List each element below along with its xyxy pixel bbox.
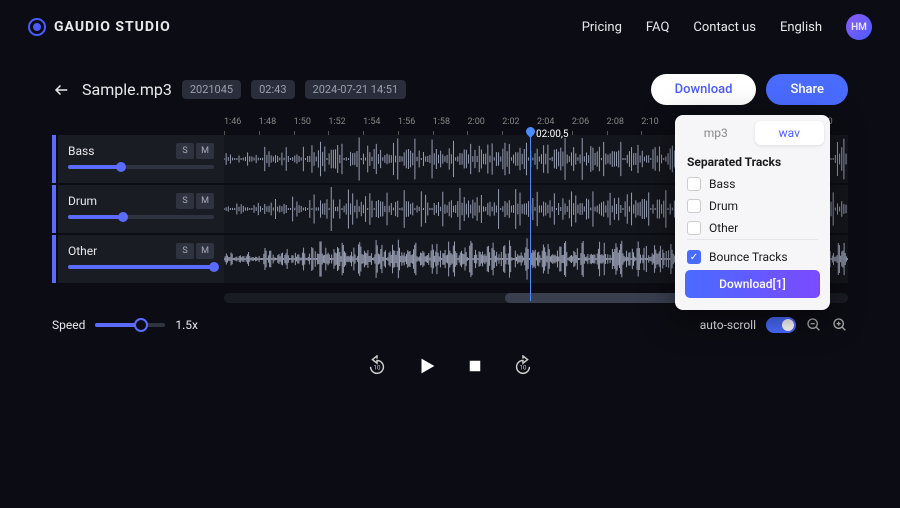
autoscroll-label: auto-scroll xyxy=(700,318,756,332)
nav-contact[interactable]: Contact us xyxy=(693,20,756,35)
back-arrow-icon[interactable] xyxy=(52,80,72,100)
volume-slider[interactable] xyxy=(68,165,214,169)
ruler-tick: 2:00 xyxy=(467,117,500,127)
svg-text:10: 10 xyxy=(519,364,527,372)
format-tab-wav[interactable]: wav xyxy=(755,121,825,145)
nav-language[interactable]: English xyxy=(780,20,822,35)
top-nav: Pricing FAQ Contact us English HM xyxy=(582,14,872,40)
track-header: Drum S M xyxy=(58,185,224,233)
ruler-tick: 1:56 xyxy=(398,117,431,127)
ruler-tick: 2:02 xyxy=(502,117,535,127)
ruler-tick: 1:58 xyxy=(433,117,466,127)
volume-slider[interactable] xyxy=(68,265,214,269)
ruler-tick: 1:54 xyxy=(363,117,396,127)
popover-heading: Separated Tracks xyxy=(687,155,818,169)
separated-track-item[interactable]: Other xyxy=(687,221,818,235)
track-checkbox[interactable] xyxy=(687,221,701,235)
stop-icon[interactable] xyxy=(466,357,484,375)
autoscroll-toggle[interactable] xyxy=(766,317,796,333)
track-option-label: Drum xyxy=(709,199,738,213)
mute-button[interactable]: M xyxy=(196,243,214,259)
file-duration-chip: 02:43 xyxy=(251,80,294,99)
svg-text:10: 10 xyxy=(373,364,381,372)
track-name: Other xyxy=(68,244,97,258)
format-tab-mp3[interactable]: mp3 xyxy=(681,121,751,145)
ruler-tick: 2:06 xyxy=(572,117,605,127)
track-option-label: Bass xyxy=(709,177,735,191)
mute-button[interactable]: M xyxy=(196,193,214,209)
ruler-tick: 2:04 xyxy=(537,117,570,127)
popover-download-button[interactable]: Download[1] xyxy=(685,270,820,298)
track-option-label: Other xyxy=(709,221,738,235)
ruler-tick: 1:48 xyxy=(259,117,292,127)
ruler-tick: 1:52 xyxy=(328,117,361,127)
separated-track-item[interactable]: Bass xyxy=(687,177,818,191)
ruler-tick: 2:08 xyxy=(607,117,640,127)
mute-button[interactable]: M xyxy=(196,143,214,159)
download-popover: mp3 wav Separated Tracks Bass Drum Other B… xyxy=(675,115,830,310)
forward-10-icon[interactable]: 10 xyxy=(512,355,534,377)
track-checkbox[interactable] xyxy=(687,177,701,191)
track-header: Other S M xyxy=(58,235,224,283)
volume-slider[interactable] xyxy=(68,215,214,219)
separated-track-item[interactable]: Drum xyxy=(687,199,818,213)
play-icon[interactable] xyxy=(416,355,438,377)
logo[interactable]: GAUDIO STUDIO xyxy=(28,18,171,36)
track-accent xyxy=(52,185,56,233)
file-date-chip: 2024-07-21 14:51 xyxy=(305,80,407,99)
logo-icon xyxy=(28,18,46,36)
avatar[interactable]: HM xyxy=(846,14,872,40)
ruler-tick: 1:46 xyxy=(224,117,257,127)
file-id-chip: 2021045 xyxy=(182,80,241,99)
file-name: Sample.mp3 xyxy=(82,80,172,99)
track-header: Bass S M xyxy=(58,135,224,183)
track-accent xyxy=(52,135,56,183)
track-name: Bass xyxy=(68,144,94,158)
nav-pricing[interactable]: Pricing xyxy=(582,20,622,35)
solo-button[interactable]: S xyxy=(176,143,194,159)
share-button[interactable]: Share xyxy=(766,74,848,105)
speed-slider[interactable] xyxy=(95,323,165,327)
nav-faq[interactable]: FAQ xyxy=(646,20,669,35)
track-accent xyxy=(52,235,56,283)
speed-label: Speed xyxy=(52,318,85,332)
ruler-tick: 2:10 xyxy=(641,117,674,127)
brand-name: GAUDIO STUDIO xyxy=(54,19,171,35)
bounce-checkbox[interactable] xyxy=(687,250,701,264)
bounce-label: Bounce Tracks xyxy=(709,250,788,264)
track-checkbox[interactable] xyxy=(687,199,701,213)
track-name: Drum xyxy=(68,194,97,208)
ruler-tick: 1:50 xyxy=(294,117,327,127)
speed-value: 1.5x xyxy=(175,318,198,332)
zoom-in-icon[interactable] xyxy=(832,317,848,333)
rewind-10-icon[interactable]: 10 xyxy=(366,355,388,377)
download-button[interactable]: Download xyxy=(651,74,757,105)
solo-button[interactable]: S xyxy=(176,193,194,209)
zoom-out-icon[interactable] xyxy=(806,317,822,333)
solo-button[interactable]: S xyxy=(176,243,194,259)
